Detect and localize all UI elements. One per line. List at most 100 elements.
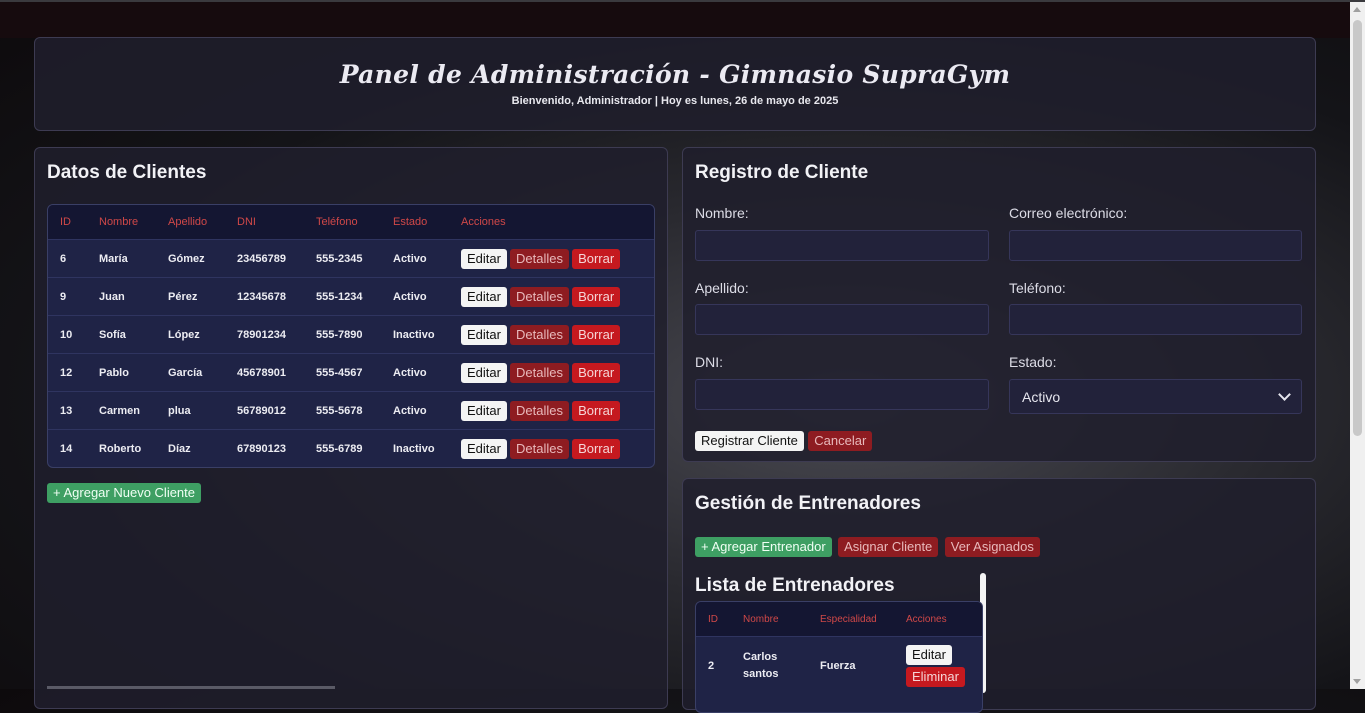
- details-button[interactable]: Detalles: [510, 324, 569, 345]
- cell-especialidad: Fuerza: [808, 636, 894, 695]
- cancel-button[interactable]: Cancelar: [808, 431, 873, 451]
- edit-button[interactable]: Editar: [461, 324, 507, 345]
- cell-actions: Editar Detalles Borrar: [449, 429, 654, 467]
- correo-input[interactable]: [1009, 230, 1302, 261]
- trainers-table-container: ID Nombre Especialidad Acciones 2 Carlos…: [695, 601, 983, 713]
- cell-dni: 67890123: [225, 429, 304, 467]
- estado-selected-value: Activo: [1022, 388, 1061, 405]
- cell-estado: Activo: [381, 353, 449, 392]
- edit-button[interactable]: Editar: [461, 286, 507, 307]
- assign-client-button[interactable]: Asignar Cliente: [838, 537, 939, 557]
- register-client-button[interactable]: Registrar Cliente: [695, 431, 804, 451]
- cell-nombre: Carmen: [87, 391, 156, 430]
- dni-label: DNI:: [695, 354, 723, 370]
- telefono-input[interactable]: [1009, 304, 1302, 335]
- details-button[interactable]: Detalles: [510, 362, 569, 383]
- edit-button[interactable]: Editar: [461, 362, 507, 383]
- cell-apellido: López: [156, 315, 225, 354]
- register-panel: Registro de Cliente Nombre: Correo elect…: [682, 147, 1316, 462]
- details-button[interactable]: Detalles: [510, 400, 569, 421]
- table-row: 9 Juan Pérez 12345678 555-1234 Activo Ed…: [48, 277, 654, 316]
- details-button[interactable]: Detalles: [510, 286, 569, 307]
- page-scrollbar[interactable]: [1350, 2, 1365, 689]
- add-client-button[interactable]: + Agregar Nuevo Cliente: [47, 483, 202, 503]
- edit-button[interactable]: Editar: [461, 400, 507, 421]
- trainer-toolbar: + Agregar Entrenador Asignar Cliente Ver…: [695, 537, 1042, 557]
- table-row: 13 Carmen plua 56789012 555-5678 Activo …: [48, 391, 654, 430]
- cell-id: 6: [48, 239, 87, 278]
- cell-id: 10: [48, 315, 87, 354]
- col-estado: Estado: [393, 216, 428, 228]
- register-actions: Registrar Cliente Cancelar: [695, 431, 873, 451]
- cell-dni: 12345678: [225, 277, 304, 316]
- edit-button[interactable]: Editar: [461, 248, 507, 269]
- trainers-table-header: ID Nombre Especialidad Acciones: [696, 602, 982, 637]
- view-assigned-button[interactable]: Ver Asignados: [944, 537, 1040, 557]
- clients-table-container: ID Nombre Apellido DNI Teléfono Estado A…: [47, 204, 655, 468]
- col-nombre: Nombre: [99, 216, 139, 228]
- clients-table: ID Nombre Apellido DNI Teléfono Estado A…: [48, 205, 654, 467]
- cell-apellido: plua: [156, 391, 225, 430]
- cell-actions: Editar Detalles Borrar: [449, 353, 654, 392]
- cell-dni: 45678901: [225, 353, 304, 392]
- col-acciones: Acciones: [461, 216, 506, 228]
- cell-nombre: María: [87, 239, 156, 278]
- cell-actions: Editar Detalles Borrar: [449, 239, 654, 278]
- nombre-input[interactable]: [695, 230, 989, 261]
- cell-estado: Inactivo: [381, 315, 449, 354]
- cell-actions: Editar Detalles Borrar: [449, 315, 654, 354]
- apellido-label: Apellido:: [695, 280, 749, 296]
- dni-input[interactable]: [695, 379, 989, 410]
- delete-button[interactable]: Borrar: [572, 324, 621, 345]
- details-button[interactable]: Detalles: [510, 438, 569, 459]
- cell-apellido: García: [156, 353, 225, 392]
- delete-button[interactable]: Borrar: [572, 400, 621, 421]
- chevron-down-icon: [1278, 388, 1291, 401]
- estado-label: Estado:: [1009, 354, 1057, 370]
- telefono-label: Teléfono:: [1009, 280, 1066, 296]
- cell-apellido: Díaz: [156, 429, 225, 467]
- cell-apellido: Gómez: [156, 239, 225, 278]
- clients-table-header: ID Nombre Apellido DNI Teléfono Estado A…: [48, 205, 654, 240]
- delete-trainer-button[interactable]: Eliminar: [906, 667, 965, 687]
- delete-button[interactable]: Borrar: [572, 362, 621, 383]
- scroll-thumb[interactable]: [1353, 20, 1362, 436]
- cell-telefono: 555-2345: [304, 239, 381, 278]
- cell-actions: Editar Detalles Borrar: [449, 391, 654, 430]
- scroll-up-icon[interactable]: [1353, 7, 1361, 12]
- page-title: Panel de Administración - Gimnasio Supra…: [339, 60, 1011, 89]
- scroll-down-icon[interactable]: [1353, 679, 1361, 684]
- trainers-panel: Gestión de Entrenadores + Agregar Entren…: [682, 478, 1316, 713]
- col-especialidad: Especialidad: [820, 613, 877, 625]
- clients-title: Datos de Clientes: [47, 162, 207, 183]
- table-row: 14 Roberto Díaz 67890123 555-6789 Inacti…: [48, 429, 654, 467]
- delete-button[interactable]: Borrar: [572, 248, 621, 269]
- delete-button[interactable]: Borrar: [572, 438, 621, 459]
- table-row: 6 María Gómez 23456789 555-2345 Activo E…: [48, 239, 654, 278]
- cell-telefono: 555-7890: [304, 315, 381, 354]
- estado-select[interactable]: Activo: [1009, 379, 1302, 414]
- cell-nombre: Roberto: [87, 429, 156, 467]
- cell-nombre: Carlos santos: [731, 636, 808, 695]
- cell-estado: Activo: [381, 239, 449, 278]
- cell-id: 13: [48, 391, 87, 430]
- cell-apellido: Pérez: [156, 277, 225, 316]
- col-id: ID: [60, 216, 71, 228]
- cell-telefono: 555-6789: [304, 429, 381, 467]
- edit-trainer-button[interactable]: Editar: [906, 645, 952, 665]
- clients-panel: Datos de Clientes ID Nombre Apellido DNI…: [34, 147, 668, 709]
- trainers-list-title: Lista de Entrenadores: [695, 575, 895, 596]
- cell-dni: 78901234: [225, 315, 304, 354]
- cell-dni: 23456789: [225, 239, 304, 278]
- cell-nombre: Juan: [87, 277, 156, 316]
- cell-id: 9: [48, 277, 87, 316]
- apellido-input[interactable]: [695, 304, 989, 335]
- details-button[interactable]: Detalles: [510, 248, 569, 269]
- edit-button[interactable]: Editar: [461, 438, 507, 459]
- nombre-label: Nombre:: [695, 205, 749, 221]
- table-row: 10 Sofía López 78901234 555-7890 Inactiv…: [48, 315, 654, 354]
- add-trainer-button[interactable]: + Agregar Entrenador: [695, 537, 832, 557]
- cell-nombre: Pablo: [87, 353, 156, 392]
- delete-button[interactable]: Borrar: [572, 286, 621, 307]
- register-title: Registro de Cliente: [695, 162, 869, 183]
